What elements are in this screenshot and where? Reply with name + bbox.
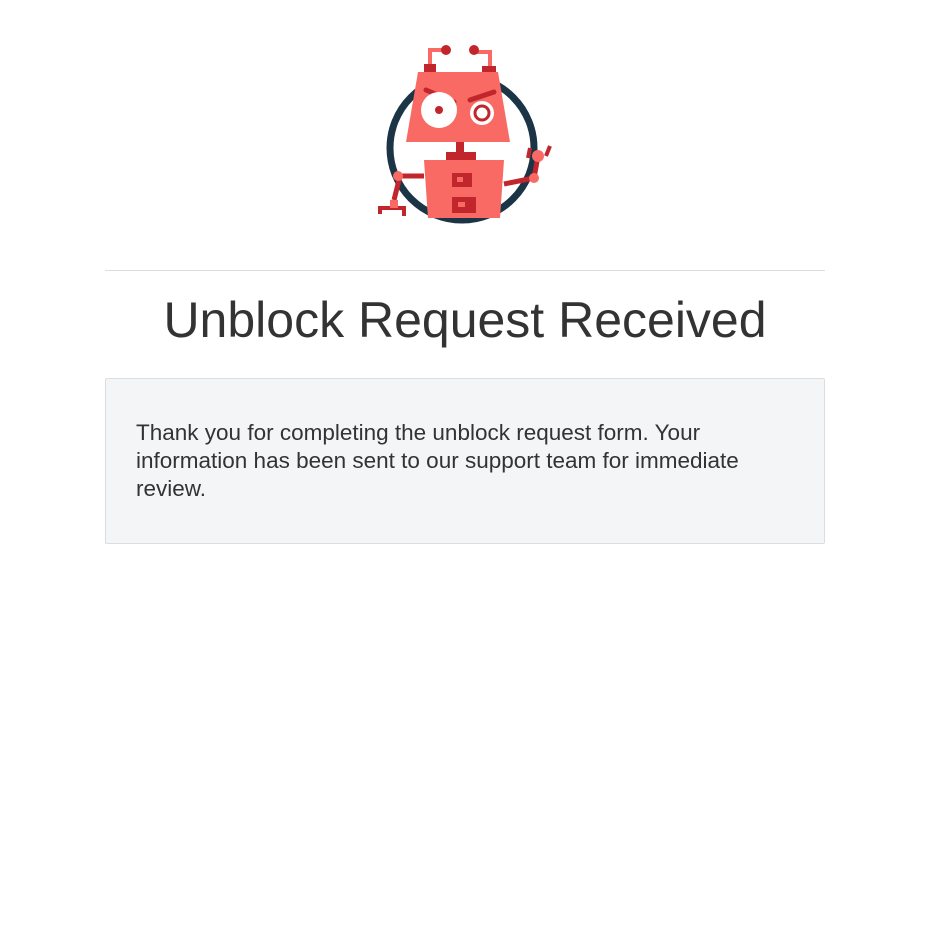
angry-robot-logo-icon (370, 38, 560, 230)
robot-logo-graphic (378, 45, 552, 224)
confirmation-message: Thank you for completing the unblock req… (136, 420, 739, 501)
robot-arm-right (503, 145, 552, 187)
page: Unblock Request Received Thank you for c… (0, 0, 929, 928)
page-title: Unblock Request Received (163, 292, 767, 348)
robot-antennas (424, 45, 496, 74)
robot-neck-base (446, 152, 476, 160)
message-panel: Thank you for completing the unblock req… (105, 378, 825, 544)
header-divider (105, 270, 825, 271)
